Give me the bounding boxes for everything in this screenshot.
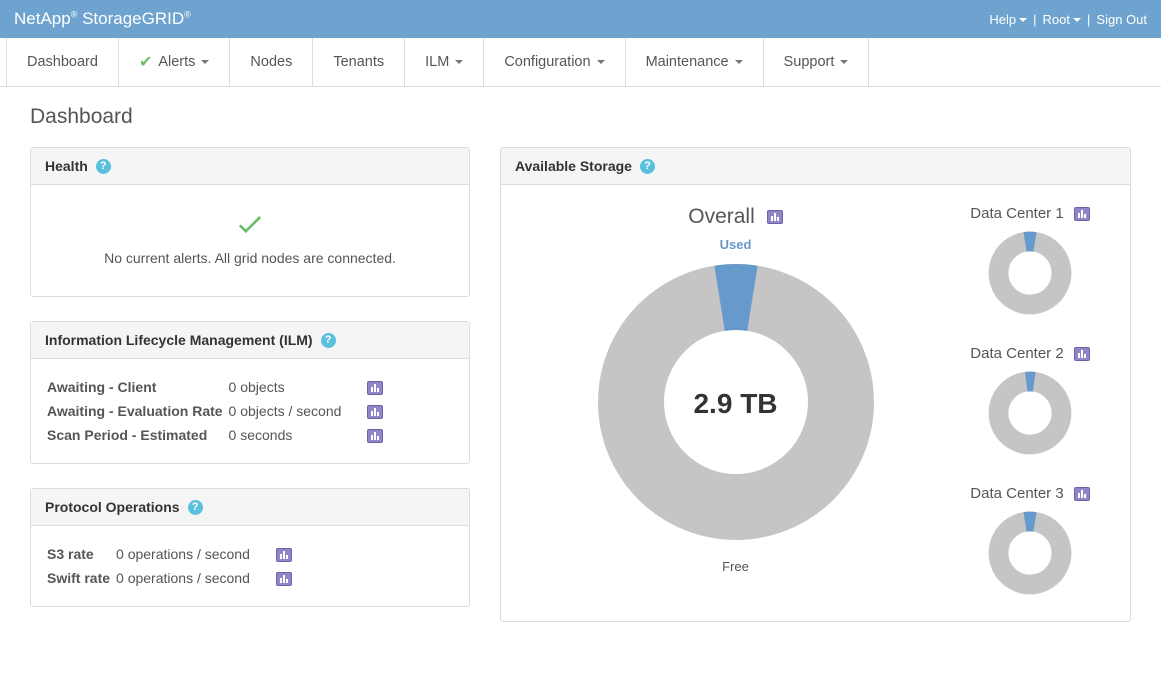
ilm-table: Awaiting - Client 0 objects Awaiting - E… (47, 375, 389, 447)
dc1-label: Data Center 1 (970, 205, 1063, 222)
table-row: Swift rate 0 operations / second (47, 566, 298, 590)
ilm-awaiting-client-label: Awaiting - Client (47, 375, 229, 399)
dc3-label: Data Center 3 (970, 485, 1063, 502)
protocol-s3-value: 0 operations / second (116, 542, 256, 566)
ilm-awaiting-eval-value: 0 objects / second (229, 399, 348, 423)
table-row: Scan Period - Estimated 0 seconds (47, 423, 389, 447)
table-row: Awaiting - Evaluation Rate 0 objects / s… (47, 399, 389, 423)
ilm-scan-period-label: Scan Period - Estimated (47, 423, 229, 447)
table-row: Awaiting - Client 0 objects (47, 375, 389, 399)
check-icon (47, 209, 453, 244)
chart-icon[interactable] (1074, 207, 1090, 221)
caret-down-icon (735, 60, 743, 64)
menu-support-label: Support (784, 54, 835, 70)
ilm-panel-heading: Information Lifecycle Management (ILM) ? (31, 322, 469, 359)
menu-ilm-label: ILM (425, 54, 449, 70)
menu-dashboard[interactable]: Dashboard (6, 38, 119, 86)
brand: NetApp® StorageGRID® (14, 9, 191, 29)
main-menu: Dashboard ✔ Alerts Nodes Tenants ILM Con… (0, 38, 1161, 87)
ilm-panel: Information Lifecycle Management (ILM) ?… (30, 321, 470, 464)
protocol-swift-label: Swift rate (47, 566, 116, 590)
health-panel-heading: Health ? (31, 148, 469, 185)
sign-out-link[interactable]: Sign Out (1096, 12, 1147, 27)
help-icon[interactable]: ? (188, 500, 203, 515)
health-message: No current alerts. All grid nodes are co… (47, 250, 453, 266)
menu-maintenance-label: Maintenance (646, 54, 729, 70)
caret-down-icon (201, 60, 209, 64)
ilm-awaiting-eval-label: Awaiting - Evaluation Rate (47, 399, 229, 423)
storage-title: Available Storage (515, 158, 632, 174)
menu-support[interactable]: Support (764, 38, 870, 86)
datacenter-2: Data Center 2 (940, 345, 1120, 461)
menu-configuration-label: Configuration (504, 54, 590, 70)
datacenter-3: Data Center 3 (940, 485, 1120, 601)
free-label: Free (531, 559, 940, 574)
help-icon[interactable]: ? (96, 159, 111, 174)
menu-configuration[interactable]: Configuration (484, 38, 625, 86)
datacenter-1: Data Center 1 (940, 205, 1120, 321)
menu-tenants[interactable]: Tenants (313, 38, 405, 86)
menu-ilm[interactable]: ILM (405, 38, 484, 86)
table-row: S3 rate 0 operations / second (47, 542, 298, 566)
chart-icon[interactable] (767, 210, 783, 224)
chart-icon[interactable] (367, 381, 383, 395)
menu-alerts-label: Alerts (158, 54, 195, 70)
protocol-panel-heading: Protocol Operations ? (31, 489, 469, 526)
health-panel: Health ? No current alerts. All grid nod… (30, 147, 470, 297)
check-icon: ✔ (139, 52, 152, 72)
storage-center-value: 2.9 TB (693, 388, 777, 420)
help-icon[interactable]: ? (321, 333, 336, 348)
chart-icon[interactable] (1074, 347, 1090, 361)
health-title: Health (45, 158, 88, 174)
storage-panel-heading: Available Storage ? (501, 148, 1130, 185)
caret-down-icon (1019, 18, 1027, 22)
protocol-title: Protocol Operations (45, 499, 180, 515)
user-menu[interactable]: Root (1043, 12, 1081, 27)
brand-company: NetApp (14, 9, 71, 28)
user-menu-label: Root (1043, 12, 1070, 27)
protocol-swift-value: 0 operations / second (116, 566, 256, 590)
ilm-title: Information Lifecycle Management (ILM) (45, 332, 313, 348)
caret-down-icon (840, 60, 848, 64)
ilm-scan-period-value: 0 seconds (229, 423, 348, 447)
menu-alerts[interactable]: ✔ Alerts (119, 38, 230, 86)
ilm-awaiting-client-value: 0 objects (229, 375, 348, 399)
dc3-donut-chart (985, 508, 1075, 598)
chart-icon[interactable] (276, 548, 292, 562)
chart-icon[interactable] (1074, 487, 1090, 501)
chart-icon[interactable] (367, 429, 383, 443)
protocol-s3-label: S3 rate (47, 542, 116, 566)
dc1-donut-chart (985, 228, 1075, 318)
overall-title: Overall (688, 205, 783, 229)
help-link[interactable]: Help (989, 12, 1027, 27)
overall-donut-chart: 2.9 TB (586, 252, 886, 555)
dc2-label: Data Center 2 (970, 345, 1063, 362)
menu-maintenance[interactable]: Maintenance (626, 38, 764, 86)
overall-label: Overall (688, 205, 755, 229)
chart-icon[interactable] (276, 572, 292, 586)
top-bar: NetApp® StorageGRID® Help | Root | Sign … (0, 0, 1161, 38)
page-title: Dashboard (30, 105, 1131, 129)
menu-nodes[interactable]: Nodes (230, 38, 313, 86)
help-icon[interactable]: ? (640, 159, 655, 174)
dc2-donut-chart (985, 368, 1075, 458)
protocol-panel: Protocol Operations ? S3 rate 0 operatio… (30, 488, 470, 607)
used-label: Used (531, 237, 940, 252)
help-link-label: Help (989, 12, 1016, 27)
caret-down-icon (1073, 18, 1081, 22)
caret-down-icon (597, 60, 605, 64)
storage-panel: Available Storage ? Overall Used (500, 147, 1131, 622)
top-right-links: Help | Root | Sign Out (989, 12, 1147, 27)
chart-icon[interactable] (367, 405, 383, 419)
brand-product: StorageGRID (82, 9, 184, 28)
caret-down-icon (455, 60, 463, 64)
protocol-table: S3 rate 0 operations / second Swift rate… (47, 542, 298, 590)
page-content: Dashboard Health ? No current alerts. Al… (0, 87, 1161, 640)
